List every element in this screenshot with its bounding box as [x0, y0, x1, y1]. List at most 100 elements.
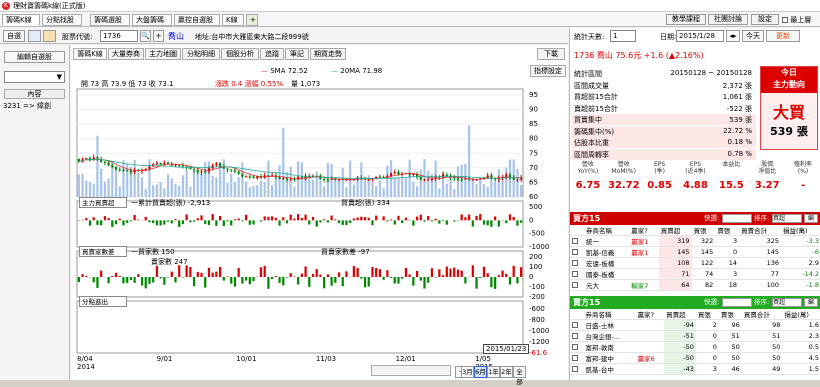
sell-filter-select[interactable] — [722, 298, 752, 307]
refresh-button[interactable]: 更新 — [766, 30, 800, 42]
add-stock-button[interactable]: + — [153, 30, 164, 42]
zoom-range-button[interactable]: 全部 — [513, 366, 526, 378]
subtab-chip-kline[interactable]: 籌碼K線 — [73, 48, 107, 60]
panel2-select[interactable]: 主力買賣超 — [79, 197, 127, 208]
settings-button[interactable]: 設定 — [751, 14, 779, 25]
row-checkbox[interactable] — [572, 282, 578, 288]
row-checkbox[interactable] — [572, 260, 578, 266]
folder-icon[interactable] — [43, 30, 56, 42]
table-header[interactable]: 贏家? — [629, 225, 659, 236]
buy-sort-select[interactable]: 買超 — [772, 214, 802, 223]
stock-name: 喬山 — [168, 31, 184, 42]
subtab-futures[interactable]: 期貨走勢 — [310, 48, 346, 60]
row-checkbox[interactable] — [572, 355, 578, 361]
date-input[interactable]: 2015/1/28 — [676, 30, 724, 42]
community-button[interactable]: 社團討論 — [708, 14, 748, 25]
subtab-main-map[interactable]: 主力地圖 — [145, 48, 181, 60]
tab-chip-select[interactable]: 籌碼選股 — [90, 14, 130, 26]
table-header[interactable]: 贏家? — [636, 309, 665, 320]
table-header[interactable]: 賣張 — [719, 309, 742, 320]
table-row[interactable]: 台灣企銀-...-51051512.3 — [570, 331, 820, 342]
volume-bar — [438, 189, 440, 197]
subtab-track[interactable]: 追蹤 — [260, 48, 284, 60]
sell-edit-button[interactable]: 編 — [804, 298, 818, 307]
row-checkbox[interactable] — [572, 366, 578, 372]
netbuy-bar — [226, 220, 228, 221]
netbuy-bar — [472, 220, 474, 226]
watchlist-item[interactable]: 3231 => 緯創 — [3, 101, 51, 111]
buy-filter-select[interactable] — [722, 214, 752, 223]
blue-icon[interactable] — [28, 30, 41, 42]
always-on-top-toggle[interactable]: 最上層 — [782, 15, 811, 25]
table-header[interactable]: 損益(萬) — [782, 309, 820, 320]
buy-edit-button[interactable]: 編 — [804, 214, 818, 223]
buyer-diff-bar — [449, 269, 451, 277]
table-row[interactable]: 宏遠-板橋108122141362.9 — [570, 258, 820, 269]
panel3-select[interactable]: 買賣家數差 — [79, 246, 127, 257]
table-header[interactable]: 損益(萬) — [781, 225, 820, 236]
table-row[interactable]: 凱基-信義贏家11451450145-6 — [570, 247, 820, 258]
zoom-range-button[interactable]: 3月 — [461, 366, 474, 378]
table-row[interactable]: 富邦-建中贏家6-50050504.5 — [570, 353, 820, 364]
date-prev-next[interactable]: ◂▸ — [726, 30, 740, 42]
candle-body — [212, 165, 214, 168]
table-header[interactable]: 賣張 — [715, 225, 739, 236]
table-header[interactable]: 買張 — [696, 309, 719, 320]
row-checkbox[interactable] — [572, 249, 578, 255]
row-checkbox[interactable] — [572, 344, 578, 350]
table-header[interactable]: 買賣超 — [659, 225, 692, 236]
tutorial-button[interactable]: 教學課程 — [666, 14, 706, 25]
netbuy-bar — [264, 216, 266, 220]
stock-code-input[interactable]: 1736 — [100, 30, 138, 42]
subtab-big-brokers[interactable]: 大量券商 — [108, 48, 144, 60]
days-select[interactable]: 1 — [610, 30, 636, 42]
row-checkbox[interactable] — [572, 238, 578, 244]
table-row[interactable]: 元大輸家7648218100-1.8 — [570, 280, 820, 291]
metric-value: 15.5 — [713, 180, 749, 191]
netbuy-bar — [167, 220, 169, 221]
subtab-branch-detail[interactable]: 分點明細 — [182, 48, 220, 60]
candle-body — [323, 179, 325, 180]
row-checkbox[interactable] — [572, 271, 578, 277]
buyer-diff-bar — [119, 276, 121, 277]
table-cell: -51 — [664, 331, 696, 342]
row-checkbox[interactable] — [572, 333, 578, 339]
tab-market-chip[interactable]: 大盤籌碼 — [132, 14, 172, 26]
download-button[interactable]: 下載 — [537, 48, 565, 60]
table-header[interactable]: 買賣超 — [664, 309, 696, 320]
table-header[interactable]: 券商名稱 — [584, 309, 636, 320]
add-tab-icon[interactable]: + — [246, 14, 258, 26]
tab-self-select[interactable]: 贏控自選股 — [174, 14, 220, 26]
row-checkbox[interactable] — [572, 322, 578, 328]
zoom-range-button[interactable]: 2年 — [500, 366, 513, 378]
today-button[interactable]: 今天 — [742, 30, 764, 42]
kline-chart[interactable]: 95908580757065605000-500-10002001000-100… — [71, 61, 568, 381]
subtab-notes[interactable]: 筆記 — [285, 48, 309, 60]
chart-scrollbar[interactable] — [371, 365, 451, 376]
table-row[interactable]: 凱基-台中-43346491.5 — [570, 364, 820, 375]
tab-kline[interactable]: K線 — [222, 14, 244, 26]
table-row[interactable]: 國泰-板橋7174377-14.2 — [570, 269, 820, 280]
table-header[interactable]: 券商名稱 — [584, 225, 629, 236]
tab-chip-kline[interactable]: 籌碼K線 — [2, 14, 40, 26]
table-header-row: 券商名稱贏家?買賣超買張賣張買賣合計損益(萬) — [570, 309, 820, 320]
subtab-stock-analysis[interactable]: 個股分析 — [221, 48, 259, 60]
search-icon[interactable]: 🔍 — [140, 30, 151, 42]
table-row[interactable]: 日盛-士林-94296981.6 — [570, 320, 820, 331]
self-select-button[interactable]: 自選 — [3, 30, 25, 42]
zoom-range-button[interactable]: 6月 — [474, 366, 487, 378]
volume-bar — [449, 177, 451, 197]
edit-watchlist-button[interactable]: 編輯自選股 — [4, 51, 65, 63]
volume-bar — [494, 182, 496, 197]
table-header[interactable]: 買賣合計 — [739, 225, 781, 236]
watchlist-select[interactable]: ▼ — [4, 71, 65, 83]
table-header[interactable]: 買張 — [692, 225, 716, 236]
panel4-select[interactable]: 分點進出 — [79, 296, 127, 307]
zoom-range-button[interactable]: 1年 — [487, 366, 500, 378]
tab-branch-stock[interactable]: 分點找股 — [42, 14, 82, 26]
sell-sort-select[interactable]: 買超 — [772, 298, 802, 307]
netbuy-bar — [260, 220, 262, 221]
table-row[interactable]: 富邦-敦南-50050500.5 — [570, 342, 820, 353]
table-row[interactable]: 統一贏家13193223325-3.3 — [570, 236, 820, 247]
table-header[interactable]: 買賣合計 — [742, 309, 783, 320]
